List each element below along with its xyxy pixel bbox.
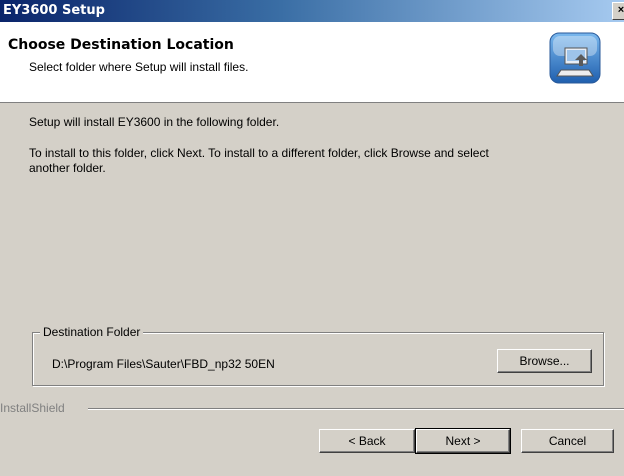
setup-computer-icon xyxy=(549,32,601,84)
destination-folder-legend: Destination Folder xyxy=(40,325,144,339)
close-icon: × xyxy=(617,4,624,16)
page-title: Choose Destination Location xyxy=(8,37,234,53)
wizard-header: Choose Destination Location Select folde… xyxy=(0,22,624,103)
close-button[interactable]: × xyxy=(612,2,624,20)
setup-window: EY3600 Setup × Choose Destination Locati… xyxy=(0,0,624,476)
window-title: EY3600 Setup xyxy=(3,3,105,18)
next-button[interactable]: Next > xyxy=(415,428,511,454)
cancel-button[interactable]: Cancel xyxy=(521,429,614,453)
title-bar[interactable]: EY3600 Setup × xyxy=(0,0,624,22)
back-button[interactable]: < Back xyxy=(319,429,415,453)
info-text: Setup will install EY3600 in the followi… xyxy=(29,115,280,129)
footer-divider xyxy=(88,408,624,410)
installshield-brand: InstallShield xyxy=(0,401,65,415)
page-subtitle: Select folder where Setup will install f… xyxy=(29,60,249,74)
destination-path: D:\Program Files\Sauter\FBD_np32 50EN xyxy=(52,357,275,371)
browse-button[interactable]: Browse... xyxy=(497,349,592,373)
instruction-text-2: another folder. xyxy=(29,161,106,175)
instruction-text-1: To install to this folder, click Next. T… xyxy=(29,146,489,160)
